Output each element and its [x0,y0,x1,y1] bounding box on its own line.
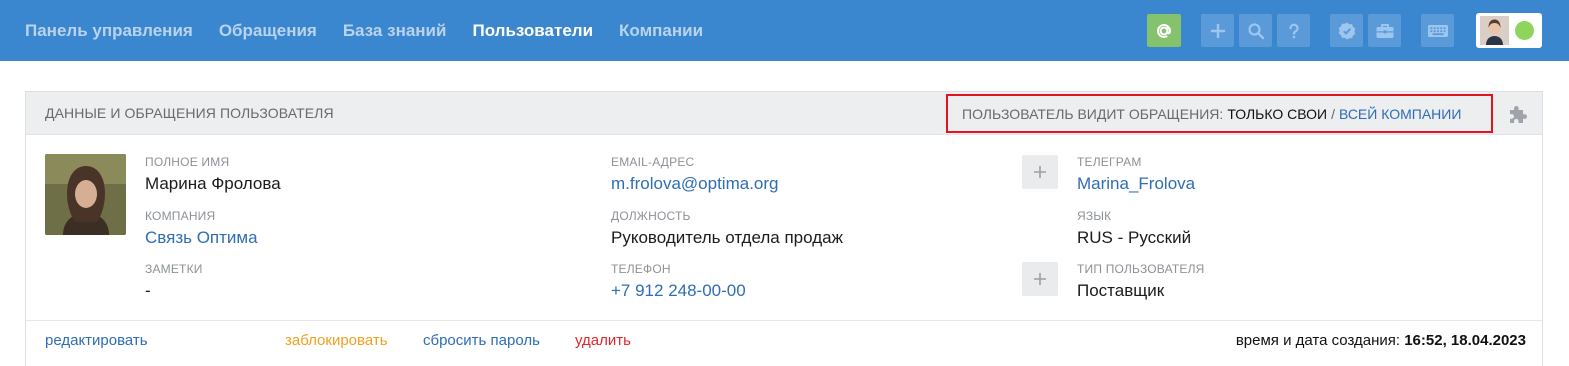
plus-icon [1034,166,1046,178]
nav-item-companies[interactable]: Компании [619,21,703,41]
phone-link[interactable]: +7 912 248-00-00 [611,281,746,301]
notes-label: ЗАМЕТКИ [145,262,203,276]
created-label: время и дата создания: [1235,332,1401,349]
visibility-separator: / [1331,105,1335,122]
search-button[interactable] [1239,14,1272,47]
created-info: время и дата создания: 16:52, 18.04.2023 [1236,332,1526,349]
block-link[interactable]: заблокировать [285,332,388,349]
position-value: Руководитель отдела продаж [611,228,843,247]
top-navbar: Панель управления Обращения База знаний … [0,0,1569,61]
email-label: EMAIL-АДРЕС [611,155,695,169]
user-type-label: ТИП ПОЛЬЗОВАТЕЛЯ [1077,262,1205,276]
main-nav: Панель управления Обращения База знаний … [25,0,729,61]
delete-link[interactable]: удалить [575,332,631,349]
help-icon [1288,23,1299,38]
visibility-own-option: ТОЛЬКО СВОИ [1227,105,1328,122]
at-icon [1157,23,1172,38]
help-button[interactable] [1277,14,1310,47]
created-value: 16:52, 18.04.2023 [1404,332,1526,349]
check-badge-icon [1338,22,1355,39]
plus-icon [1034,273,1046,285]
telegram-link[interactable]: Marina_Frolova [1077,174,1195,194]
full-name-label: ПОЛНОЕ ИМЯ [145,155,230,169]
company-label: КОМПАНИЯ [145,209,216,223]
plus-icon [1210,23,1225,38]
status-online-indicator [1515,21,1534,40]
full-name-value: Марина Фролова [145,174,281,193]
search-icon [1247,22,1264,39]
nav-item-knowledge-base[interactable]: База знаний [343,21,447,41]
keyboard-button[interactable] [1421,14,1454,47]
language-label: ЯЗЫК [1077,209,1112,223]
ticket-visibility-setting: ПОЛЬЗОВАТЕЛЬ ВИДИТ ОБРАЩЕНИЯ: ТОЛЬКО СВО… [946,94,1493,133]
briefcase-button[interactable] [1368,14,1401,47]
add-phone-button[interactable] [1022,262,1058,296]
telegram-label: ТЕЛЕГРАМ [1077,155,1142,169]
position-label: ДОЛЖНОСТЬ [611,209,691,223]
add-button[interactable] [1201,14,1234,47]
actions-divider [26,320,1542,321]
keyboard-icon [1427,24,1448,37]
user-photo [45,154,126,235]
phone-label: ТЕЛЕФОН [611,262,671,276]
panel-title: ДАННЫЕ И ОБРАЩЕНИЯ ПОЛЬЗОВАТЕЛЯ [45,105,334,121]
visibility-company-option[interactable]: ВСЕЙ КОМПАНИИ [1339,106,1461,122]
language-value: RUS - Русский [1077,228,1192,247]
at-button[interactable] [1147,14,1181,47]
company-link[interactable]: Связь Оптима [145,228,258,248]
nav-item-dashboard[interactable]: Панель управления [25,21,193,41]
email-link[interactable]: m.frolova@optima.org [611,174,779,194]
approvals-button[interactable] [1330,14,1363,47]
visibility-label: ПОЛЬЗОВАТЕЛЬ ВИДИТ ОБРАЩЕНИЯ: [962,105,1224,122]
panel-header: ДАННЫЕ И ОБРАЩЕНИЯ ПОЛЬЗОВАТЕЛЯ ПОЛЬЗОВА… [26,92,1542,135]
user-menu[interactable] [1476,13,1542,48]
notes-value: - [145,281,151,300]
briefcase-icon [1376,23,1393,38]
user-type-value: Поставщик [1077,281,1165,300]
edit-link[interactable]: редактировать [45,332,148,349]
nav-item-users[interactable]: Пользователи [472,21,593,41]
add-email-button[interactable] [1022,155,1058,189]
avatar [1480,16,1509,45]
user-panel: ДАННЫЕ И ОБРАЩЕНИЯ ПОЛЬЗОВАТЕЛЯ ПОЛЬЗОВА… [25,91,1543,366]
reset-password-link[interactable]: сбросить пароль [423,332,540,349]
puzzle-icon[interactable] [1507,103,1529,125]
nav-item-tickets[interactable]: Обращения [219,21,317,41]
